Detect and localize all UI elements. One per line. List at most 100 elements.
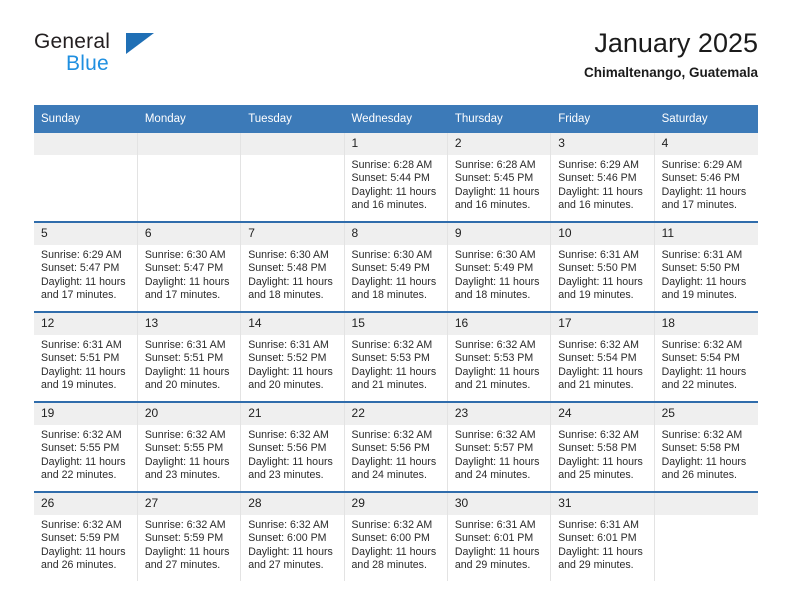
calendar-day-cell[interactable]: 11 Sunrise: 6:31 AM Sunset: 5:50 PM Dayl… [654, 221, 758, 312]
calendar-day-cell[interactable]: 25 Sunrise: 6:32 AM Sunset: 5:58 PM Dayl… [654, 401, 758, 492]
calendar-day-cell[interactable]: 1 Sunrise: 6:28 AM Sunset: 5:44 PM Dayli… [344, 133, 448, 222]
calendar-header-row: Sunday Monday Tuesday Wednesday Thursday… [34, 105, 759, 133]
sunrise-text: Sunrise: 6:31 AM [558, 249, 639, 261]
general-blue-logo[interactable]: General Blue [34, 30, 174, 86]
calendar-day-cell[interactable]: 18 Sunrise: 6:32 AM Sunset: 5:54 PM Dayl… [654, 311, 758, 402]
day-details: Sunrise: 6:32 AM Sunset: 5:55 PM Dayligh… [34, 425, 137, 483]
sunrise-text: Sunrise: 6:32 AM [144, 429, 226, 441]
calendar-day-cell[interactable]: 4 Sunrise: 6:29 AM Sunset: 5:46 PM Dayli… [654, 133, 758, 222]
calendar-week-row: 1 Sunrise: 6:28 AM Sunset: 5:44 PM Dayli… [34, 133, 758, 222]
daylight-text-line1: Daylight: 11 hours [351, 455, 437, 468]
calendar-day-cell[interactable]: 20 Sunrise: 6:32 AM Sunset: 5:55 PM Dayl… [137, 401, 242, 492]
calendar-day-cell[interactable]: 23 Sunrise: 6:32 AM Sunset: 5:57 PM Dayl… [447, 401, 552, 492]
daylight-text-line1: Daylight: 11 hours [144, 275, 230, 288]
sunset-text: Sunset: 5:48 PM [248, 262, 327, 275]
calendar-day-cell[interactable]: 24 Sunrise: 6:32 AM Sunset: 5:58 PM Dayl… [550, 401, 655, 492]
day-details: Sunrise: 6:31 AM Sunset: 5:51 PM Dayligh… [34, 335, 137, 393]
calendar-day-cell[interactable]: 21 Sunrise: 6:32 AM Sunset: 5:56 PM Dayl… [240, 401, 345, 492]
calendar-day-cell[interactable]: 30 Sunrise: 6:31 AM Sunset: 6:01 PM Dayl… [447, 491, 552, 581]
sunset-text: Sunset: 5:54 PM [661, 352, 740, 365]
sunrise-text: Sunrise: 6:29 AM [661, 159, 743, 171]
day-details: Sunrise: 6:32 AM Sunset: 5:56 PM Dayligh… [241, 425, 343, 483]
day-number: 11 [654, 223, 758, 245]
calendar-body: 1 Sunrise: 6:28 AM Sunset: 5:44 PM Dayli… [34, 133, 758, 581]
sunrise-text: Sunrise: 6:32 AM [41, 429, 122, 441]
calendar-day-cell[interactable]: 15 Sunrise: 6:32 AM Sunset: 5:53 PM Dayl… [344, 311, 448, 402]
sunset-text: Sunset: 5:56 PM [351, 442, 430, 455]
calendar-day-cell[interactable]: 5 Sunrise: 6:29 AM Sunset: 5:47 PM Dayli… [34, 221, 138, 312]
logo-text-general: General [34, 30, 111, 53]
day-number: 9 [447, 223, 551, 245]
daylight-text-line2: and 28 minutes. [351, 559, 427, 572]
daylight-text-line2: and 20 minutes. [248, 379, 324, 392]
day-number: 28 [241, 493, 344, 515]
sunrise-text: Sunrise: 6:31 AM [454, 519, 536, 531]
daylight-text-line1: Daylight: 11 hours [351, 545, 437, 558]
daylight-text-line2: and 21 minutes. [351, 379, 427, 392]
sunrise-text: Sunrise: 6:32 AM [144, 519, 226, 531]
calendar-day-cell[interactable]: 17 Sunrise: 6:32 AM Sunset: 5:54 PM Dayl… [550, 311, 655, 402]
sunrise-text: Sunrise: 6:32 AM [558, 429, 639, 441]
daylight-text-line2: and 26 minutes. [41, 559, 117, 572]
sunset-text: Sunset: 5:47 PM [144, 262, 224, 275]
sunset-text: Sunset: 5:57 PM [454, 442, 534, 455]
page-title: January 2025 [594, 28, 758, 58]
calendar-day-cell[interactable]: 9 Sunrise: 6:30 AM Sunset: 5:49 PM Dayli… [447, 221, 552, 312]
day-details: Sunrise: 6:31 AM Sunset: 5:50 PM Dayligh… [551, 245, 653, 303]
sunrise-text: Sunrise: 6:32 AM [351, 519, 433, 531]
daylight-text-line2: and 26 minutes. [661, 469, 737, 482]
sunrise-text: Sunrise: 6:32 AM [558, 339, 639, 351]
calendar-day-cell[interactable] [137, 133, 242, 222]
sunset-text: Sunset: 5:50 PM [558, 262, 637, 275]
sunrise-text: Sunrise: 6:32 AM [661, 429, 743, 441]
calendar-day-cell[interactable]: 13 Sunrise: 6:31 AM Sunset: 5:51 PM Dayl… [137, 311, 242, 402]
calendar-day-cell[interactable]: 3 Sunrise: 6:29 AM Sunset: 5:46 PM Dayli… [550, 133, 655, 222]
calendar-day-cell[interactable]: 6 Sunrise: 6:30 AM Sunset: 5:47 PM Dayli… [137, 221, 242, 312]
calendar-day-cell[interactable]: 14 Sunrise: 6:31 AM Sunset: 5:52 PM Dayl… [240, 311, 345, 402]
calendar-day-cell[interactable]: 7 Sunrise: 6:30 AM Sunset: 5:48 PM Dayli… [240, 221, 345, 312]
sunset-text: Sunset: 5:58 PM [558, 442, 637, 455]
sunset-text: Sunset: 5:53 PM [454, 352, 534, 365]
calendar-day-cell[interactable]: 29 Sunrise: 6:32 AM Sunset: 6:00 PM Dayl… [344, 491, 448, 581]
day-details: Sunrise: 6:32 AM Sunset: 5:54 PM Dayligh… [655, 335, 758, 393]
daylight-text-line2: and 22 minutes. [41, 469, 117, 482]
sunset-text: Sunset: 6:01 PM [454, 532, 534, 545]
sunrise-text: Sunrise: 6:29 AM [558, 159, 639, 171]
calendar-day-cell[interactable]: 19 Sunrise: 6:32 AM Sunset: 5:55 PM Dayl… [34, 401, 138, 492]
calendar-day-cell[interactable] [654, 491, 758, 581]
day-details: Sunrise: 6:32 AM Sunset: 6:00 PM Dayligh… [241, 515, 343, 573]
sunrise-text: Sunrise: 6:32 AM [454, 429, 536, 441]
day-number: 16 [447, 313, 551, 335]
calendar-day-cell[interactable]: 26 Sunrise: 6:32 AM Sunset: 5:59 PM Dayl… [34, 491, 138, 581]
calendar-day-cell[interactable]: 16 Sunrise: 6:32 AM Sunset: 5:53 PM Dayl… [447, 311, 552, 402]
day-number [654, 493, 758, 515]
calendar-day-cell[interactable]: 10 Sunrise: 6:31 AM Sunset: 5:50 PM Dayl… [550, 221, 655, 312]
calendar-day-cell[interactable]: 28 Sunrise: 6:32 AM Sunset: 6:00 PM Dayl… [240, 491, 345, 581]
calendar-day-cell[interactable]: 31 Sunrise: 6:31 AM Sunset: 6:01 PM Dayl… [550, 491, 655, 581]
day-details: Sunrise: 6:28 AM Sunset: 5:45 PM Dayligh… [448, 155, 550, 213]
sunset-text: Sunset: 6:00 PM [351, 532, 430, 545]
calendar-day-cell[interactable]: 27 Sunrise: 6:32 AM Sunset: 5:59 PM Dayl… [137, 491, 242, 581]
day-details: Sunrise: 6:28 AM Sunset: 5:44 PM Dayligh… [345, 155, 447, 213]
daylight-text-line2: and 25 minutes. [558, 469, 634, 482]
day-number [34, 133, 137, 155]
daylight-text-line2: and 16 minutes. [454, 199, 531, 212]
day-details: Sunrise: 6:32 AM Sunset: 5:53 PM Dayligh… [345, 335, 447, 393]
calendar-day-cell[interactable]: 12 Sunrise: 6:31 AM Sunset: 5:51 PM Dayl… [34, 311, 138, 402]
calendar-day-cell[interactable]: 8 Sunrise: 6:30 AM Sunset: 5:49 PM Dayli… [344, 221, 448, 312]
calendar-day-cell[interactable] [34, 133, 138, 222]
day-details: Sunrise: 6:32 AM Sunset: 5:58 PM Dayligh… [551, 425, 653, 483]
sunset-text: Sunset: 5:45 PM [454, 172, 534, 185]
calendar-day-cell[interactable]: 22 Sunrise: 6:32 AM Sunset: 5:56 PM Dayl… [344, 401, 448, 492]
sunset-text: Sunset: 6:01 PM [558, 532, 637, 545]
calendar-day-cell[interactable] [240, 133, 345, 222]
weekday-header-monday: Monday [137, 105, 242, 133]
daylight-text-line1: Daylight: 11 hours [144, 365, 230, 378]
day-details: Sunrise: 6:32 AM Sunset: 5:53 PM Dayligh… [448, 335, 550, 393]
sunrise-text: Sunrise: 6:28 AM [351, 159, 433, 171]
daylight-text-line2: and 19 minutes. [558, 289, 634, 302]
day-details: Sunrise: 6:32 AM Sunset: 5:55 PM Dayligh… [138, 425, 240, 483]
daylight-text-line2: and 16 minutes. [351, 199, 427, 212]
calendar-day-cell[interactable]: 2 Sunrise: 6:28 AM Sunset: 5:45 PM Dayli… [447, 133, 552, 222]
daylight-text-line2: and 17 minutes. [144, 289, 221, 302]
